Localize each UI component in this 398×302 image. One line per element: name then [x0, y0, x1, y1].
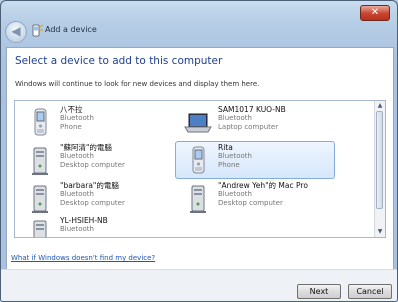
device-name: YL-HSIEH-NB — [60, 216, 108, 225]
device-item[interactable]: 八不拉 Bluetooth Phone — [17, 104, 187, 140]
device-name: Rita — [218, 143, 233, 152]
device-list: ▲ ▼ 八不拉 Bluetooth Phone SAM1017 KUO-NB Bluet… — [14, 100, 386, 238]
device-item[interactable]: YL-HSIEH-NB Bluetooth — [17, 215, 187, 237]
device-connection-type: Bluetooth — [218, 114, 252, 122]
back-button[interactable]: ◀ — [5, 21, 27, 43]
device-item[interactable]: SAM1017 KUO-NB Bluetooth Laptop computer — [175, 104, 345, 140]
navigation-bar: ◀ Add a device — [1, 19, 397, 47]
device-connection-type: Bluetooth — [60, 190, 94, 198]
dialog-footer: Next Cancel — [1, 269, 397, 301]
device-text: "蘇阿清"的電腦 Bluetooth Desktop computer — [60, 143, 125, 170]
device-category: Desktop computer — [60, 199, 125, 207]
scroll-up-arrow-icon[interactable]: ▲ — [375, 101, 385, 111]
device-item[interactable]: "barbara"的電腦 Bluetooth Desktop computer — [17, 180, 187, 216]
device-item[interactable]: Rita Bluetooth Phone — [175, 141, 345, 179]
page-heading: Select a device to add to this computer — [15, 55, 223, 67]
device-item[interactable]: "蘇阿清"的電腦 Bluetooth Desktop computer — [17, 142, 187, 178]
device-category: Phone — [218, 161, 240, 169]
phone-icon — [183, 144, 213, 176]
device-name: 八不拉 — [60, 105, 83, 114]
desktop-icon — [25, 144, 55, 176]
device-category: Desktop computer — [60, 161, 125, 169]
next-button[interactable]: Next — [297, 284, 341, 299]
device-connection-type: Bluetooth — [60, 225, 94, 233]
device-list-scrollbar[interactable]: ▲ ▼ — [374, 101, 385, 237]
cancel-button[interactable]: Cancel — [348, 284, 392, 299]
device-text: "Andrew Yeh"的 Mac Pro Bluetooth Desktop co… — [218, 181, 308, 208]
device-connection-type: Bluetooth — [218, 190, 252, 198]
desktop-icon — [25, 217, 55, 237]
device-name: "蘇阿清"的電腦 — [60, 143, 112, 152]
scroll-down-arrow-icon[interactable]: ▼ — [375, 227, 385, 237]
laptop-icon — [183, 106, 213, 138]
device-text: SAM1017 KUO-NB Bluetooth Laptop computer — [218, 105, 286, 132]
desktop-icon — [183, 182, 213, 214]
device-category: Desktop computer — [218, 199, 283, 207]
device-name: "Andrew Yeh"的 Mac Pro — [218, 181, 308, 190]
device-category: Laptop computer — [218, 123, 279, 131]
device-item[interactable]: "Andrew Yeh"的 Mac Pro Bluetooth Desktop co… — [175, 180, 345, 216]
bluetooth-device-icon — [32, 24, 44, 37]
device-category: Phone — [60, 123, 82, 131]
scroll-thumb[interactable] — [376, 111, 383, 209]
device-text: Rita Bluetooth Phone — [218, 143, 252, 170]
phone-icon — [25, 106, 55, 138]
window-title: Add a device — [45, 25, 97, 34]
device-connection-type: Bluetooth — [60, 152, 94, 160]
device-text: "barbara"的電腦 Bluetooth Desktop computer — [60, 181, 125, 208]
instructions-text: Windows will continue to look for new de… — [15, 80, 260, 88]
content-panel: Select a device to add to this computer … — [6, 47, 394, 271]
device-text: 八不拉 Bluetooth Phone — [60, 105, 94, 132]
device-name: SAM1017 KUO-NB — [218, 105, 286, 114]
device-text: YL-HSIEH-NB Bluetooth — [60, 216, 108, 234]
device-connection-type: Bluetooth — [60, 114, 94, 122]
desktop-icon — [25, 182, 55, 214]
device-name: "barbara"的電腦 — [60, 181, 119, 190]
help-link[interactable]: What if Windows doesn't find my device? — [11, 254, 155, 262]
device-connection-type: Bluetooth — [218, 152, 252, 160]
add-device-dialog: ✕ ◀ Add a device Select a device to add … — [0, 0, 398, 302]
